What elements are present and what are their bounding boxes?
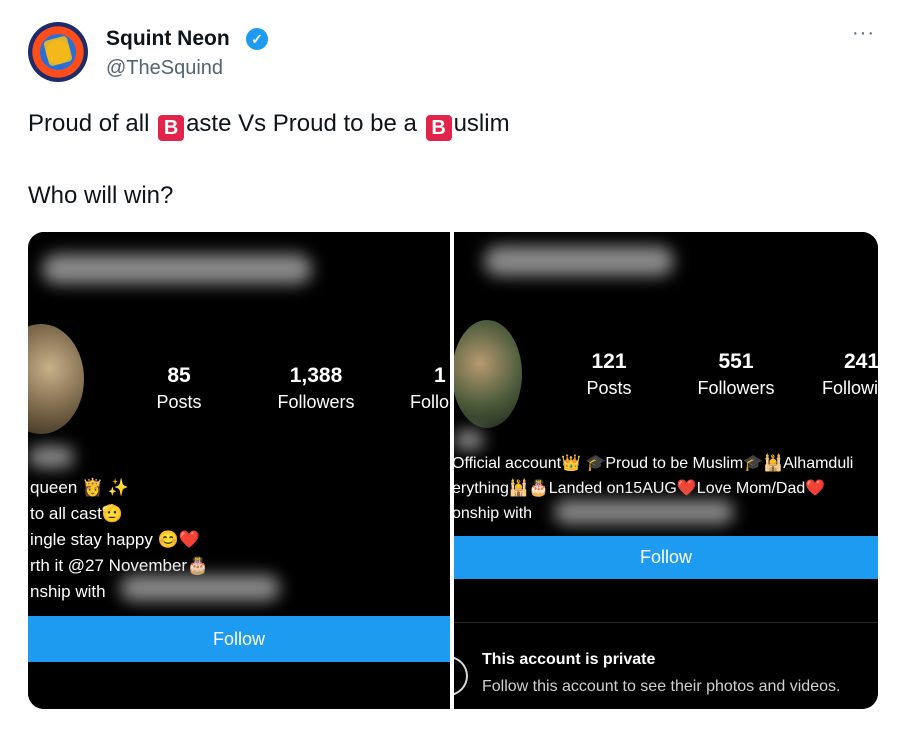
- verified-badge-icon: ✓: [246, 28, 268, 50]
- blurred-username: [484, 246, 674, 276]
- posts-label: Posts: [586, 378, 632, 398]
- more-icon[interactable]: ···: [852, 22, 875, 45]
- tweet-text-line-2: Who will win?: [28, 182, 174, 209]
- following-label: Followi: [822, 378, 878, 398]
- right-profile-screenshot[interactable]: 121 Posts 551 Followers 241 Followi Offi…: [454, 232, 878, 709]
- followers-label: Followers: [277, 392, 355, 412]
- profile-picture: [28, 324, 84, 434]
- follow-button[interactable]: Follow: [454, 536, 878, 579]
- bio-line: queen 👸 ✨: [30, 478, 130, 497]
- posts-count: 85 Posts: [138, 364, 220, 413]
- posts-number: 85: [167, 364, 191, 387]
- tweet-text-part: uslim: [453, 110, 510, 137]
- posts-label: Posts: [156, 392, 202, 412]
- author-name[interactable]: Squint Neon: [106, 27, 230, 51]
- blurred-name: [454, 430, 484, 450]
- b-button-emoji-icon: B: [158, 115, 185, 141]
- bio-line: erything🕌🎂Landed on15AUG❤️Love Mom/Dad❤️: [454, 480, 826, 497]
- blurred-relationship-name: [554, 500, 734, 524]
- blurred-relationship-name: [120, 575, 280, 601]
- tweet: Squint Neon ✓ @TheSquind ··· Proud of al…: [0, 0, 897, 734]
- bio-line: Official account👑 🎓Proud to be Muslim🎓🕌A…: [454, 455, 854, 472]
- left-profile-screenshot[interactable]: 85 Posts 1,388 Followers 1 Follo queen 👸…: [28, 232, 450, 709]
- followers-number: 1,388: [289, 364, 343, 387]
- author-avatar[interactable]: [28, 22, 88, 82]
- tweet-text-line-1: Proud of all Baste Vs Proud to be a Busl…: [28, 110, 510, 141]
- private-account-title: This account is private: [482, 651, 656, 668]
- followers-label: Followers: [697, 378, 775, 398]
- following-label: Follo: [410, 392, 450, 412]
- lock-icon: [454, 656, 468, 696]
- blurred-username: [42, 254, 312, 284]
- follow-button[interactable]: Follow: [28, 616, 450, 662]
- tweet-text-part: Proud of all: [28, 110, 157, 137]
- tweet-text-part: aste Vs Proud to be a: [186, 110, 424, 137]
- following-number: 1: [434, 364, 446, 387]
- followers-number: 551: [718, 350, 754, 373]
- separator: [454, 622, 878, 623]
- private-account-subtitle: Follow this account to see their photos …: [482, 678, 841, 695]
- following-number: 241: [844, 350, 878, 373]
- profile-picture: [454, 320, 522, 428]
- posts-number: 121: [591, 350, 627, 373]
- b-button-emoji-icon: B: [425, 115, 452, 141]
- following-count: 241 Followi: [822, 350, 878, 399]
- blurred-name: [28, 446, 74, 468]
- followers-count: 1,388 Followers: [266, 364, 366, 413]
- bio-line: ingle stay happy 😊❤️: [30, 530, 200, 549]
- author-handle[interactable]: @TheSquind: [106, 57, 223, 80]
- followers-count: 551 Followers: [690, 350, 782, 399]
- posts-count: 121 Posts: [574, 350, 644, 399]
- following-count: 1 Follo: [410, 364, 450, 413]
- tweet-media[interactable]: 85 Posts 1,388 Followers 1 Follo queen 👸…: [28, 232, 878, 709]
- bio-line: to all cast🫡: [30, 504, 123, 523]
